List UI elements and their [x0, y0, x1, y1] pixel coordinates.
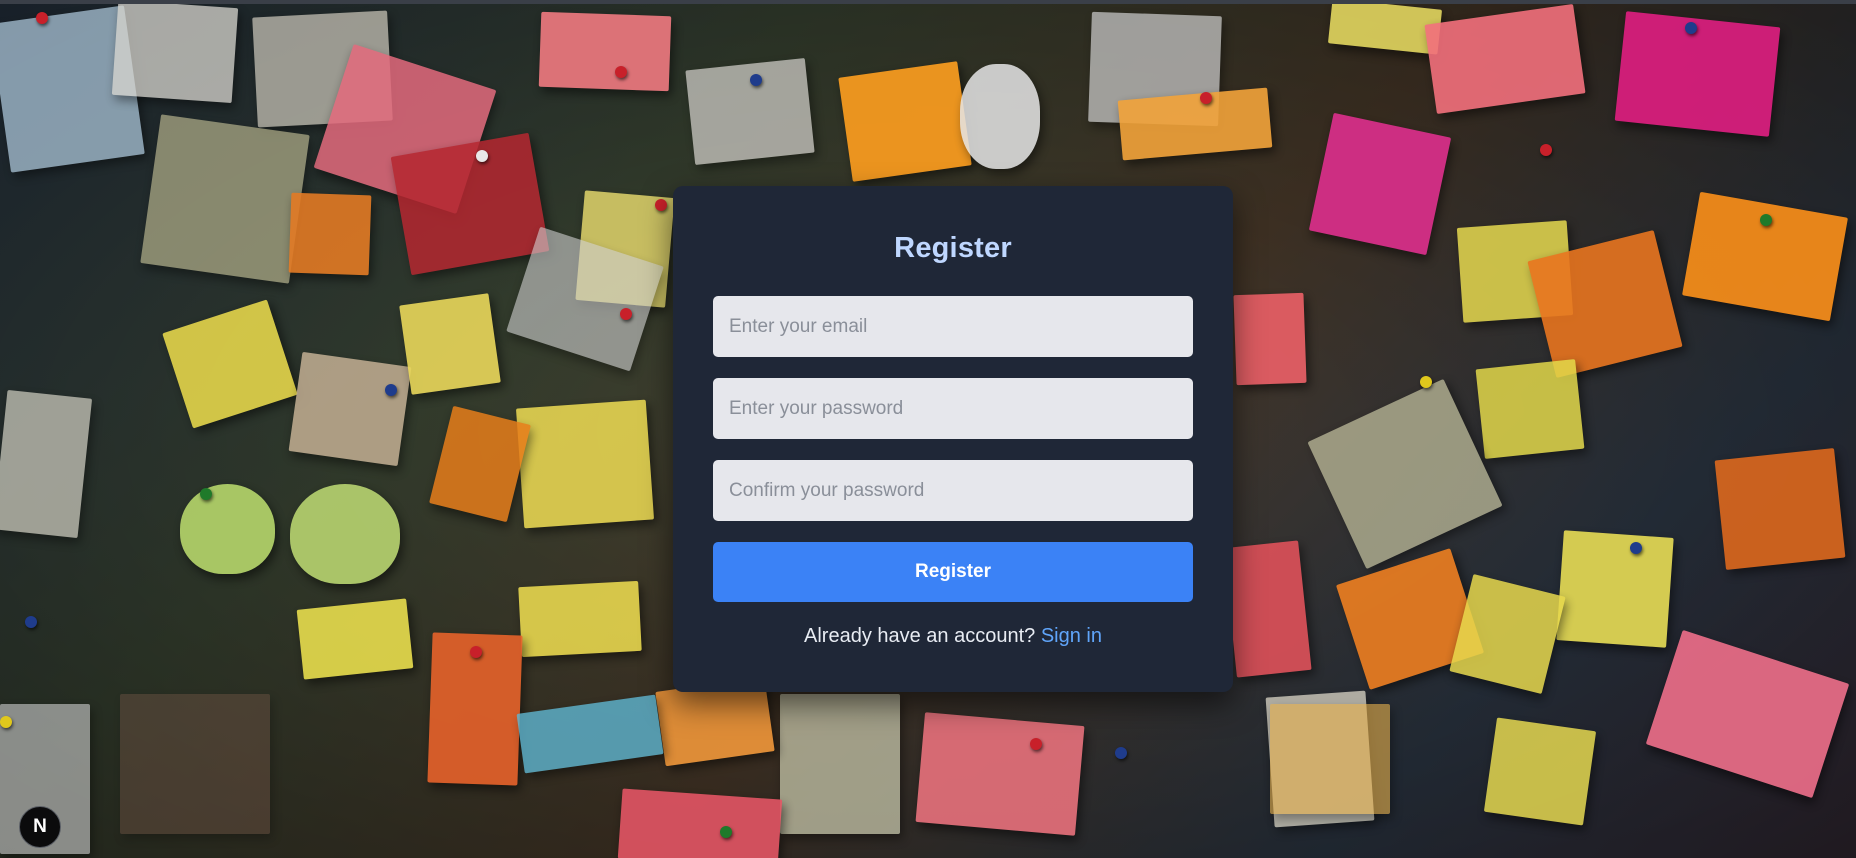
email-input[interactable] — [713, 296, 1193, 357]
sign-in-link[interactable]: Sign in — [1041, 625, 1102, 647]
password-input[interactable] — [713, 378, 1193, 439]
register-button[interactable]: Register — [713, 542, 1193, 602]
register-card: Register Register Already have an accoun… — [673, 186, 1233, 692]
sign-in-prompt: Already have an account? Sign in — [673, 625, 1233, 648]
sign-in-prompt-text: Already have an account? — [804, 625, 1041, 647]
register-title: Register — [894, 232, 1012, 264]
n-logo-badge[interactable]: N — [19, 806, 61, 848]
confirm-password-input[interactable] — [713, 460, 1193, 521]
